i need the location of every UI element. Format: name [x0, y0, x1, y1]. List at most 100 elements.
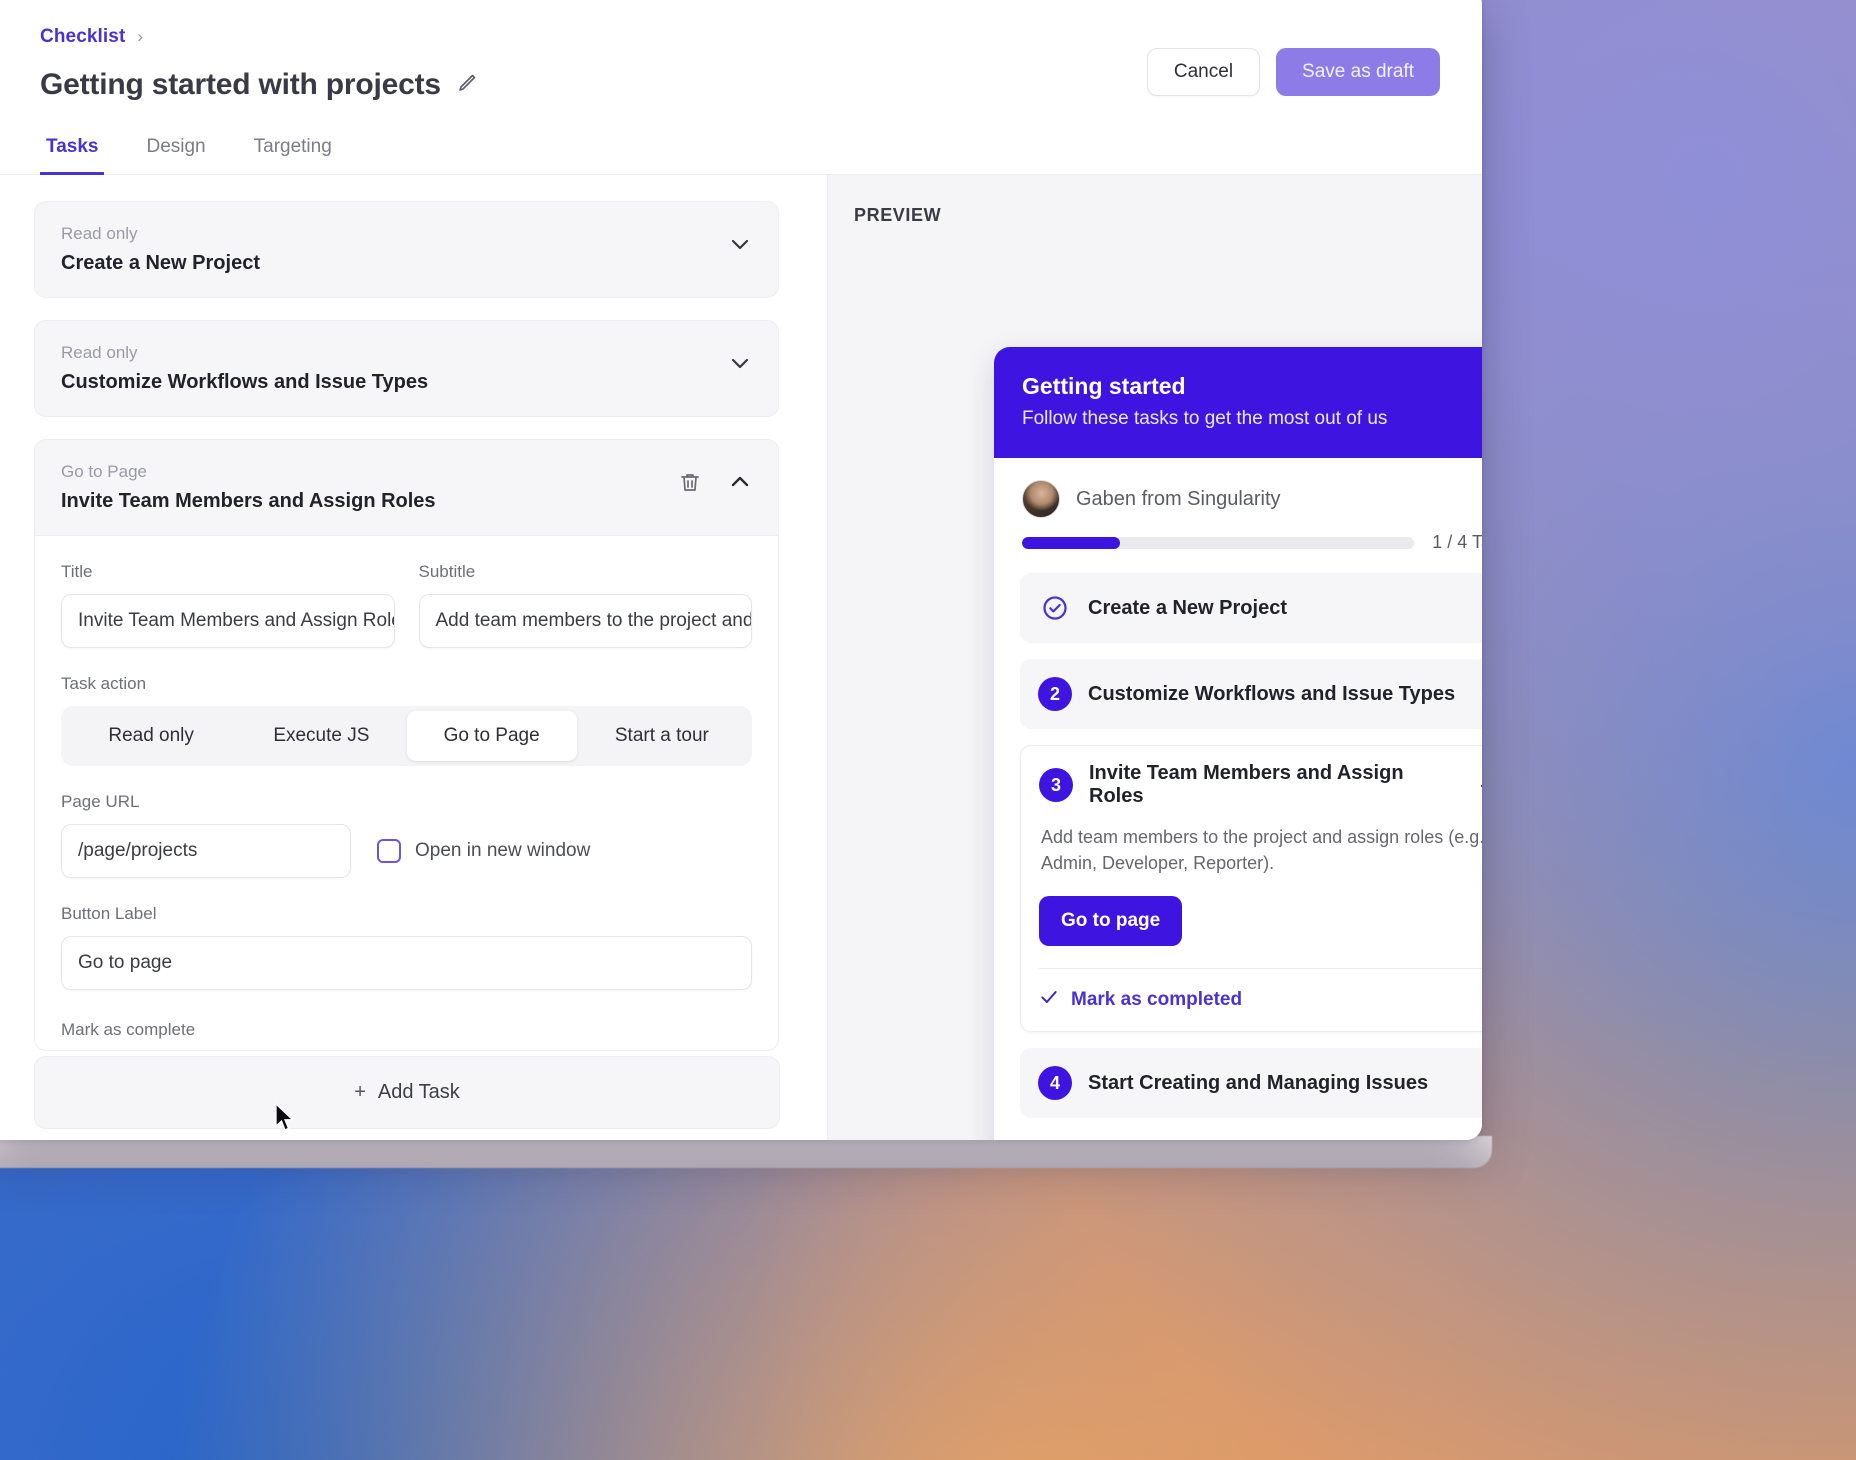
task-card-texts: Read only Customize Workflows and Issue … — [61, 343, 728, 394]
chevron-up-icon[interactable] — [1477, 771, 1482, 800]
preview-task-label: Create a New Project — [1088, 596, 1287, 619]
chevron-right-icon: › — [137, 27, 144, 46]
preview-task-label: Start Creating and Managing Issues — [1088, 1071, 1429, 1094]
checklist-widget: Getting started Follow these tasks to ge… — [994, 347, 1482, 1140]
preview-task-header[interactable]: 3 Invite Team Members and Assign Roles — [1039, 762, 1482, 808]
task-action-segmented-control: Read only Execute JS Go to Page Start a … — [61, 706, 752, 766]
checkmark-icon — [1039, 987, 1059, 1013]
preview-pane: PREVIEW Getting started Follow these tas… — [828, 175, 1482, 1140]
title-field-label: Title — [61, 562, 93, 581]
breadcrumb: Checklist › — [40, 26, 1440, 48]
mark-as-complete-label: Mark as complete — [61, 1020, 196, 1039]
preview-task-label: Invite Team Members and Assign Roles — [1089, 762, 1404, 807]
subtitle-field-group: Subtitle Add team members to the project… — [418, 562, 752, 648]
check-circle-icon — [1038, 591, 1072, 625]
tab-tasks[interactable]: Tasks — [40, 136, 105, 175]
title-input[interactable]: Invite Team Members and Assign Roles — [61, 594, 395, 648]
task-action-group: Task action Read only Execute JS Go to P… — [61, 674, 752, 766]
task-card-header[interactable]: Read only Create a New Project — [35, 202, 778, 297]
task-number-badge: 4 — [1038, 1066, 1072, 1101]
window-base-shadow — [0, 1136, 1492, 1168]
title-subtitle-row: Title Invite Team Members and Assign Rol… — [61, 562, 752, 648]
task-card-texts: Read only Create a New Project — [61, 224, 728, 275]
task-kind-label: Read only — [61, 224, 138, 243]
task-card-header[interactable]: Read only Customize Workflows and Issue … — [35, 321, 778, 416]
page-title: Getting started with projects — [40, 68, 441, 101]
title-field-group: Title Invite Team Members and Assign Rol… — [61, 562, 395, 648]
user-name-label: Gaben from Singularity — [1076, 487, 1281, 510]
task-card-icons — [728, 224, 752, 261]
open-in-new-window-label: Open in new window — [415, 840, 591, 861]
page-url-label: Page URL — [61, 792, 140, 811]
pencil-edit-icon[interactable] — [455, 71, 479, 100]
chevron-down-icon[interactable] — [728, 232, 752, 261]
task-number-badge: 2 — [1038, 677, 1072, 711]
task-action-option-read-only[interactable]: Read only — [66, 711, 236, 761]
tab-bar: Tasks Design Targeting — [0, 136, 1482, 175]
open-in-new-window-checkbox[interactable]: Open in new window — [377, 839, 590, 863]
add-task-button[interactable]: + Add Task — [34, 1056, 780, 1129]
subtitle-field-label: Subtitle — [418, 562, 476, 581]
widget-subtitle: Follow these tasks to get the most out o… — [1022, 408, 1388, 429]
subtitle-input[interactable]: Add team members to the project and assi… — [418, 594, 752, 648]
divider — [1039, 968, 1482, 970]
progress-bar — [1022, 536, 1415, 549]
progress-bar-fill — [1022, 536, 1121, 549]
plus-icon: + — [354, 1081, 366, 1103]
button-label-input[interactable]: Go to page — [61, 936, 752, 990]
go-to-page-button[interactable]: Go to page — [1039, 896, 1183, 947]
task-card-texts: Go to Page Invite Team Members and Assig… — [61, 462, 678, 513]
task-editor-pane: Read only Create a New Project Read only… — [0, 175, 828, 1140]
tab-targeting[interactable]: Targeting — [248, 136, 338, 175]
widget-title: Getting started — [1022, 373, 1186, 399]
tab-design[interactable]: Design — [140, 136, 211, 175]
chevron-up-icon[interactable] — [728, 470, 752, 499]
avatar — [1022, 480, 1060, 518]
header-actions: Cancel Save as draft — [1146, 48, 1440, 96]
task-action-option-start-a-tour[interactable]: Start a tour — [577, 711, 747, 761]
chevron-down-icon[interactable] — [1478, 680, 1482, 709]
task-form: Title Invite Team Members and Assign Rol… — [35, 536, 778, 1050]
task-title-label: Invite Team Members and Assign Roles — [61, 490, 436, 512]
widget-user-row: Gaben from Singularity — [994, 458, 1482, 528]
button-label-group: Button Label Go to page — [61, 904, 752, 990]
mark-as-completed-label: Mark as completed — [1071, 989, 1243, 1011]
breadcrumb-link-checklist[interactable]: Checklist — [40, 26, 125, 48]
task-title-label: Customize Workflows and Issue Types — [61, 371, 429, 393]
task-action-label: Task action — [61, 674, 147, 693]
checkbox-box-icon[interactable] — [377, 839, 401, 863]
progress-text: 1 / 4 Tasks — [1432, 532, 1482, 552]
app-header: Checklist › Getting started with project… — [0, 0, 1482, 102]
preview-task-item[interactable]: Create a New Project — [1020, 573, 1482, 643]
desktop-wallpaper: Checklist › Getting started with project… — [0, 0, 1856, 1460]
cancel-button[interactable]: Cancel — [1146, 48, 1261, 96]
page-url-input[interactable]: /page/projects — [61, 824, 351, 878]
body-split: Read only Create a New Project Read only… — [0, 175, 1482, 1140]
chevron-down-icon[interactable] — [1478, 1069, 1482, 1098]
task-card[interactable]: Read only Customize Workflows and Issue … — [34, 320, 779, 417]
task-action-option-go-to-page[interactable]: Go to Page — [406, 711, 577, 761]
task-kind-label: Read only — [61, 343, 138, 362]
preview-task-item[interactable]: 2 Customize Workflows and Issue Types — [1020, 659, 1482, 729]
task-action-option-execute-js[interactable]: Execute JS — [236, 711, 406, 761]
page-url-row: /page/projects Open in new window — [61, 824, 752, 878]
task-title-label: Create a New Project — [61, 252, 260, 274]
save-as-draft-button[interactable]: Save as draft — [1276, 48, 1440, 96]
preview-task-list: Create a New Project 2 Customize Workflo… — [994, 573, 1482, 1140]
preview-section-label: PREVIEW — [854, 205, 942, 225]
task-number-badge: 3 — [1039, 768, 1073, 802]
task-card[interactable]: Read only Create a New Project — [34, 201, 779, 298]
progress-row: 1 / 4 Tasks — [994, 528, 1482, 573]
preview-task-description: Add team members to the project and assi… — [1041, 827, 1482, 874]
task-card-expanded: Go to Page Invite Team Members and Assig… — [34, 439, 779, 1051]
task-card-header[interactable]: Go to Page Invite Team Members and Assig… — [35, 440, 778, 536]
preview-task-item-expanded: 3 Invite Team Members and Assign Roles A… — [1020, 745, 1482, 1033]
chevron-down-icon[interactable] — [728, 351, 752, 380]
widget-header: Getting started Follow these tasks to ge… — [994, 347, 1482, 458]
chevron-down-icon[interactable] — [1478, 594, 1482, 623]
mark-as-completed-button[interactable]: Mark as completed — [1039, 987, 1482, 1013]
app-window: Checklist › Getting started with project… — [0, 0, 1482, 1140]
page-url-group: Page URL /page/projects Open in new wind… — [61, 792, 752, 878]
preview-task-item[interactable]: 4 Start Creating and Managing Issues — [1020, 1048, 1482, 1119]
trash-delete-icon[interactable] — [678, 470, 702, 499]
